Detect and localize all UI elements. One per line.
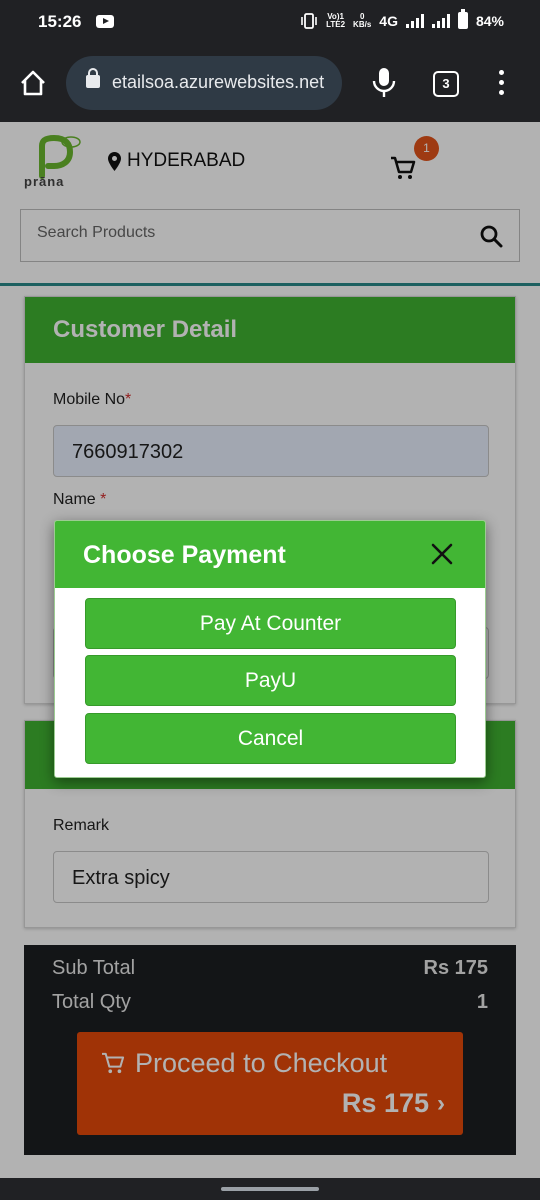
lock-icon <box>86 68 100 88</box>
youtube-notification-icon <box>96 15 114 28</box>
network-speed: 0 KB/s <box>353 11 372 29</box>
status-bar: 15:26 Vo)1 LTE2 0 KB/s 4G 84% <box>0 0 540 44</box>
vibrate-icon <box>301 12 317 29</box>
signal-icon-2 <box>431 13 450 28</box>
browser-toolbar: etailsoa.azurewebsites.net 3 <box>0 44 540 122</box>
cancel-button[interactable]: Cancel <box>85 713 456 764</box>
modal-title: Choose Payment <box>83 541 286 569</box>
browser-menu-icon[interactable] <box>494 70 508 98</box>
choose-payment-modal: Choose Payment Pay At Counter PayU Cance… <box>54 520 486 778</box>
payu-button[interactable]: PayU <box>85 655 456 706</box>
status-indicators: Vo)1 LTE2 0 KB/s 4G 84% <box>300 9 504 29</box>
modal-header: Choose Payment <box>55 521 485 588</box>
battery-icon <box>457 9 468 29</box>
close-icon[interactable] <box>431 543 453 565</box>
signal-icon <box>405 13 424 28</box>
home-icon[interactable] <box>18 68 48 98</box>
system-nav-bar <box>0 1178 540 1200</box>
pay-at-counter-button[interactable]: Pay At Counter <box>85 598 456 649</box>
address-bar[interactable]: etailsoa.azurewebsites.net <box>66 56 342 110</box>
volte-indicator: Vo)1 LTE2 <box>326 11 346 29</box>
network-type: 4G <box>379 12 398 29</box>
url-text[interactable]: etailsoa.azurewebsites.net <box>112 72 336 93</box>
status-time: 15:26 <box>38 12 82 31</box>
battery-level: 84% <box>475 12 504 29</box>
tab-switcher-button[interactable]: 3 <box>433 71 459 97</box>
microphone-icon[interactable] <box>370 66 398 100</box>
home-gesture-pill[interactable] <box>221 1187 319 1191</box>
